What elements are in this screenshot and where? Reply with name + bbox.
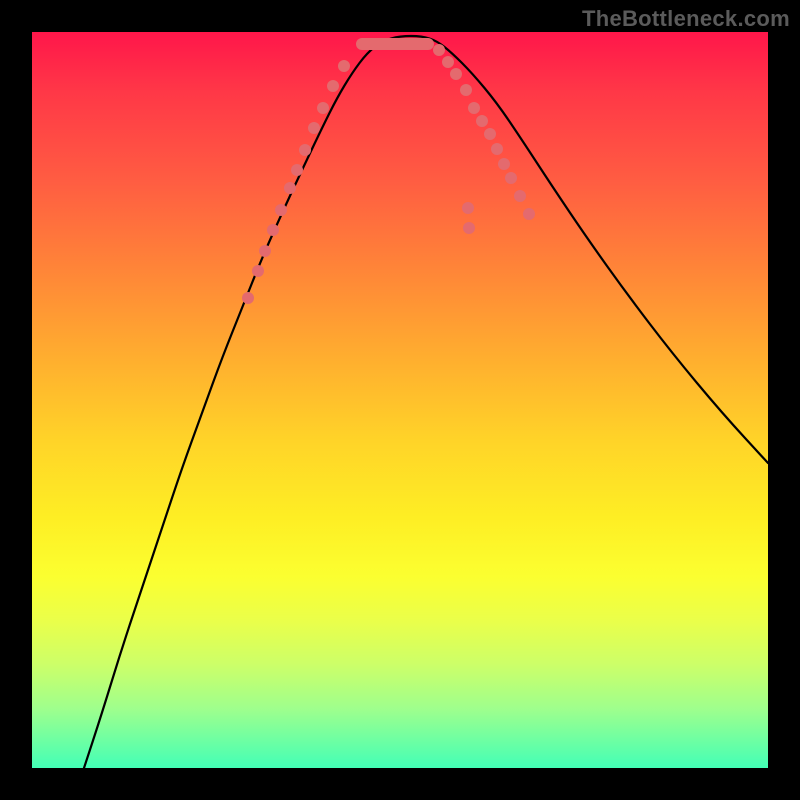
- highlight-dot: [463, 222, 475, 234]
- highlight-dot: [284, 182, 296, 194]
- highlight-dot: [299, 144, 311, 156]
- highlight-dots: [242, 44, 535, 304]
- highlight-dot: [242, 292, 254, 304]
- highlight-dot: [498, 158, 510, 170]
- curve-layer: [32, 32, 768, 768]
- bottleneck-curve: [84, 36, 768, 768]
- highlight-dot: [523, 208, 535, 220]
- plot-area: [32, 32, 768, 768]
- highlight-dot: [505, 172, 517, 184]
- highlight-dot: [491, 143, 503, 155]
- highlight-dot: [462, 202, 474, 214]
- highlight-dot: [460, 84, 472, 96]
- highlight-dot: [433, 44, 445, 56]
- highlight-dot: [259, 245, 271, 257]
- highlight-dot: [291, 164, 303, 176]
- highlight-dot: [450, 68, 462, 80]
- highlight-dot: [317, 102, 329, 114]
- valley-bar: [356, 38, 434, 50]
- highlight-dot: [267, 224, 279, 236]
- highlight-dot: [476, 115, 488, 127]
- watermark-text: TheBottleneck.com: [582, 6, 790, 32]
- highlight-dot: [327, 80, 339, 92]
- highlight-dot: [252, 265, 264, 277]
- highlight-dot: [484, 128, 496, 140]
- highlight-dot: [275, 204, 287, 216]
- highlight-dot: [338, 60, 350, 72]
- highlight-dot: [468, 102, 480, 114]
- highlight-dot: [442, 56, 454, 68]
- highlight-dot: [308, 122, 320, 134]
- highlight-dot: [514, 190, 526, 202]
- chart-frame: TheBottleneck.com: [0, 0, 800, 800]
